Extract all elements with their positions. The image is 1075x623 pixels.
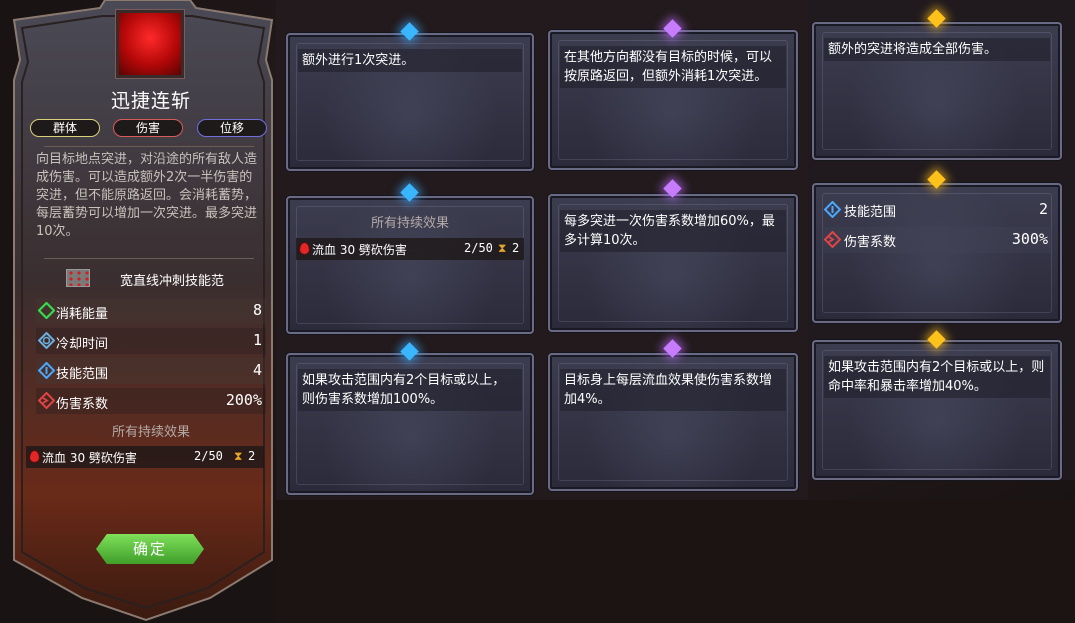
stat-value: 2 (1038, 200, 1048, 218)
range-shape-label: 宽直线冲刺技能范 (120, 274, 225, 289)
background-bottom (276, 500, 1075, 623)
upgrade-card-gold-2[interactable]: 技能范围 2 伤害系数 300% (812, 183, 1062, 323)
skill-title: 迅捷连斩 (110, 90, 191, 112)
range-icon (824, 201, 841, 218)
stat-row-energy: 消耗能量 8 (36, 298, 266, 324)
stat-row-damage: 伤害系数 300% (822, 227, 1052, 253)
effect-row-bleed[interactable]: 流血 30 劈砍伤害 2/50 ⧗ 2 (26, 446, 264, 468)
upgrade-card-gold-1[interactable]: 额外的突进将造成全部伤害。 (812, 22, 1062, 160)
upgrade-card-gold-3[interactable]: 如果攻击范围内有2个目标或以上，则命中率和暴击率增加40%。 (812, 340, 1062, 480)
tag-movement: 位移 (197, 119, 267, 137)
bleed-icon (299, 242, 310, 255)
card-text: 额外的突进将造成全部伤害。 (824, 38, 1050, 61)
stat-label: 消耗能量 (56, 307, 109, 322)
divider (44, 146, 254, 147)
divider (44, 258, 254, 259)
skill-range-shape: 宽直线冲刺技能范 (36, 266, 258, 292)
range-shape-icon (66, 269, 90, 287)
stat-value: 1 (252, 331, 262, 349)
stat-label: 伤害系数 (844, 235, 897, 250)
effect-duration: 2 (512, 241, 520, 255)
card-text: 目标身上每层流血效果使伤害系数增加4%。 (560, 369, 786, 411)
stat-value: 8 (252, 301, 262, 319)
card-text: 如果攻击范围内有2个目标或以上，则伤害系数增加100%。 (298, 369, 522, 411)
range-icon (38, 362, 55, 379)
hourglass-icon: ⧗ (234, 449, 243, 463)
upgrade-card-blue-2[interactable]: 所有持续效果 流血 30 劈砍伤害 2/50 ⧗ 2 (286, 196, 534, 334)
effect-stack: 2/50 (194, 449, 223, 463)
energy-icon (38, 302, 55, 319)
confirm-button[interactable]: 确定 (96, 534, 204, 564)
upgrade-card-blue-1[interactable]: 额外进行1次突进。 (286, 33, 534, 171)
card-text: 额外进行1次突进。 (298, 49, 522, 72)
stat-row-range: 技能范围 2 (822, 197, 1052, 223)
upgrade-card-purple-2[interactable]: 每多突进一次伤害系数增加60%，最多计算10次。 (548, 194, 798, 332)
stat-label: 技能范围 (56, 367, 109, 382)
cooldown-icon (38, 332, 55, 349)
stat-label: 冷却时间 (56, 337, 109, 352)
effects-title: 所有持续效果 (111, 425, 190, 440)
hourglass-icon: ⧗ (498, 241, 507, 255)
stat-label: 伤害系数 (56, 397, 109, 412)
card-text: 如果攻击范围内有2个目标或以上，则命中率和暴击率增加40%。 (824, 356, 1050, 398)
upgrade-card-purple-1[interactable]: 在其他方向都没有目标的时候，可以按原路返回，但额外消耗1次突进。 (548, 30, 798, 170)
upgrade-card-blue-3[interactable]: 如果攻击范围内有2个目标或以上，则伤害系数增加100%。 (286, 353, 534, 495)
effect-name: 流血 30 劈砍伤害 (312, 243, 407, 257)
stat-label: 技能范围 (844, 205, 897, 220)
stat-value: 4 (252, 361, 262, 379)
skill-icon (115, 9, 185, 79)
bleed-icon (29, 450, 40, 463)
effects-title: 所有持续效果 (370, 216, 449, 231)
card-text: 每多突进一次伤害系数增加60%，最多计算10次。 (560, 210, 786, 252)
skill-detail-panel: 迅捷连斩 群体 伤害 位移 向目标地点突进，对沿途的所有敌人造成伤害。可以造成额… (10, 0, 276, 623)
upgrade-card-purple-3[interactable]: 目标身上每层流血效果使伤害系数增加4%。 (548, 353, 798, 491)
skill-description: 向目标地点突进，对沿途的所有敌人造成伤害。可以造成额外2次一半伤害的突进，但不能… (36, 152, 258, 239)
stat-row-cooldown: 冷却时间 1 (36, 328, 266, 354)
effect-stack: 2/50 (464, 241, 493, 255)
card-text: 在其他方向都没有目标的时候，可以按原路返回，但额外消耗1次突进。 (560, 46, 786, 88)
stat-row-range: 技能范围 4 (36, 358, 266, 384)
tag-group: 群体 (30, 119, 100, 137)
damage-icon (38, 392, 55, 409)
stat-value: 300% (1011, 230, 1048, 248)
stat-value: 200% (225, 391, 262, 409)
skill-tags: 群体 伤害 位移 (30, 119, 270, 137)
effect-duration: 2 (248, 449, 256, 463)
effect-row-bleed[interactable]: 流血 30 劈砍伤害 2/50 ⧗ 2 (296, 238, 524, 260)
stat-row-damage: 伤害系数 200% (36, 388, 266, 414)
damage-icon (824, 231, 841, 248)
tag-damage: 伤害 (113, 119, 183, 137)
effect-name: 流血 30 劈砍伤害 (42, 451, 137, 465)
